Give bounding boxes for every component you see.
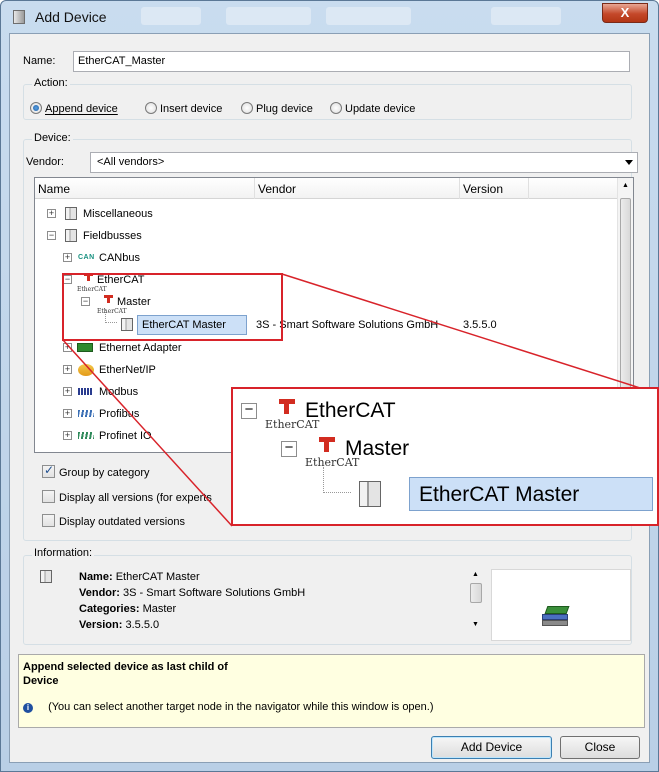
device-icon	[359, 481, 381, 507]
add-device-dialog: Add Device X Name: EtherCAT_Master Actio…	[0, 0, 659, 772]
callout-label: EtherCAT	[305, 399, 396, 422]
collapse-icon: −	[241, 402, 257, 419]
collapse-icon: −	[281, 440, 297, 457]
callout-label: Master	[345, 437, 410, 460]
highlight-rectangle	[62, 273, 283, 341]
leader-line	[281, 273, 659, 395]
tree-connector	[323, 467, 351, 493]
zoom-callout: − EtherCAT EtherCAT − EtherCAT Master Et…	[231, 387, 659, 526]
ethercat-icon: EtherCAT	[305, 437, 359, 469]
ethercat-icon: EtherCAT	[265, 399, 319, 431]
callout-row-ethercat-master: EtherCAT Master	[323, 467, 653, 513]
leader-line	[62, 339, 233, 527]
callout-label: EtherCAT Master	[419, 483, 580, 506]
